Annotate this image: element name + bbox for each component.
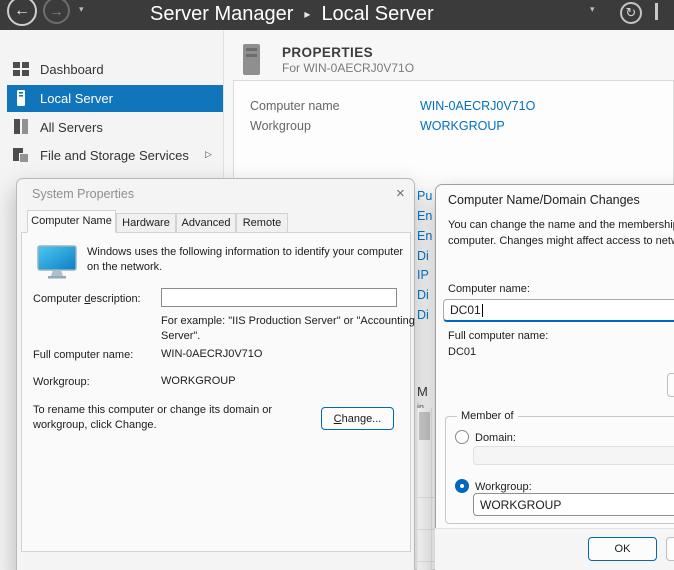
clipped-value-link[interactable]: En [417,209,432,223]
cancel-button[interactable] [666,537,674,561]
refresh-button[interactable]: ↻ [620,2,642,24]
ok-button[interactable]: OK [588,537,657,561]
forward-icon: → [50,3,64,19]
clipped-value-link[interactable]: IP [417,268,429,282]
divider [416,561,434,562]
domain-label: Domain: [475,431,516,446]
identify-info-text: Windows uses the following information t… [87,245,405,275]
workgroup-link[interactable]: WORKGROUP [420,119,505,133]
full-computer-name-value: WIN-0AECRJ0V71O [161,348,262,360]
clipped-value-link[interactable]: Di [417,308,429,322]
dialog-info-line2: computer. Changes might affect access to… [448,234,674,249]
rename-hint-text: To rename this computer or change its do… [33,403,315,433]
tab-computer-name[interactable]: Computer Name [27,210,116,233]
change-button[interactable]: Change... [321,407,394,430]
dialog-title: Computer Name/Domain Changes [448,193,640,207]
dashboard-icon [13,61,29,77]
sidebar-item-label: Dashboard [40,62,104,77]
scrollbar-thumb[interactable] [419,412,430,440]
computer-description-input[interactable] [161,288,397,307]
workgroup-value: WORKGROUP [161,375,236,387]
file-storage-services-icon [13,147,29,163]
tab-remote[interactable]: Remote [236,213,288,233]
tab-advanced[interactable]: Advanced [176,213,236,233]
more-button[interactable] [667,373,674,397]
sidebar-item-all-servers[interactable]: All Servers [7,114,223,141]
description-example-text: For example: "IIS Production Server" or … [161,314,416,344]
server-manager-window: ← → ▾ Server Manager ▸ Local Server ▾ ↻ Da… [0,0,674,570]
property-label: Computer name [250,99,340,113]
breadcrumb: Server Manager ▸ Local Server [150,0,434,30]
tab-page [21,232,411,552]
back-button[interactable]: ← [7,0,37,26]
toolbar-dropdown-icon[interactable]: ▾ [590,4,595,15]
domain-radio[interactable] [455,430,469,444]
expand-chevron-icon[interactable]: ▷ [205,149,212,160]
dialog-title: System Properties [32,187,134,201]
sidebar-item-dashboard[interactable]: Dashboard [7,56,223,83]
workgroup-radio[interactable] [455,479,469,493]
computer-monitor-icon [37,245,79,279]
sidebar-item-label: File and Storage Services [40,148,189,163]
clipped-value-link[interactable]: En [417,229,432,243]
divider [416,529,434,530]
forward-button[interactable]: → [43,0,70,24]
computer-name-input[interactable]: DC01 [443,299,674,322]
computer-name-label: Computer name: [448,282,530,297]
computer-description-label: Computer description: [33,292,141,307]
divider [416,497,434,498]
full-computer-name-value: DC01 [448,346,476,358]
system-properties-dialog: System Properties × Computer Name Hardwa… [16,178,415,570]
computer-name-input-value: DC01 [450,303,481,317]
breadcrumb-current: Local Server [321,3,433,25]
workgroup-input[interactable]: WORKGROUP [473,493,674,516]
full-computer-name-label: Full computer name: [448,329,548,344]
member-of-label: Member of [457,410,518,422]
property-label: Workgroup [250,119,311,133]
full-computer-name-label: Full computer name: [33,348,133,363]
local-server-icon [13,90,29,106]
panel-scrollbar[interactable] [417,408,432,570]
clipped-value-link[interactable]: Di [417,249,429,263]
dialog-info-line1: You can change the name and the membersh… [448,218,674,233]
breadcrumb-separator-icon: ▸ [304,7,310,21]
computer-name-domain-changes-dialog: Computer Name/Domain Changes You can cha… [435,184,674,570]
close-icon[interactable]: × [396,185,405,202]
text-caret [482,304,483,317]
domain-input[interactable] [473,446,674,465]
properties-subheading: For WIN-0AECRJ0V71O [282,61,414,75]
clipped-text: M [417,384,428,399]
workgroup-label: Workgroup: [33,375,90,390]
workgroup-input-value: WORKGROUP [480,498,561,512]
sidebar-item-label: Local Server [40,91,113,106]
properties-heading: PROPERTIES [282,45,373,60]
tab-hardware[interactable]: Hardware [116,213,176,233]
back-icon: ← [14,2,30,20]
all-servers-icon [13,119,29,135]
titlebar: ← → ▾ Server Manager ▸ Local Server ▾ ↻ [0,0,674,30]
refresh-icon: ↻ [626,5,637,21]
nav-history-dropdown-icon[interactable]: ▾ [79,4,84,15]
server-properties-icon [240,44,263,75]
notifications-flag-icon[interactable] [655,3,658,20]
clipped-value-link[interactable]: Di [417,288,429,302]
sidebar-item-local-server[interactable]: Local Server [7,85,223,112]
clipped-value-link[interactable]: Pu [417,189,432,203]
computer-name-link[interactable]: WIN-0AECRJ0V71O [420,99,535,113]
app-title: Server Manager [150,3,293,25]
sidebar-item-file-storage-services[interactable]: File and Storage Services ▷ [7,142,223,169]
sidebar-item-label: All Servers [40,120,103,135]
